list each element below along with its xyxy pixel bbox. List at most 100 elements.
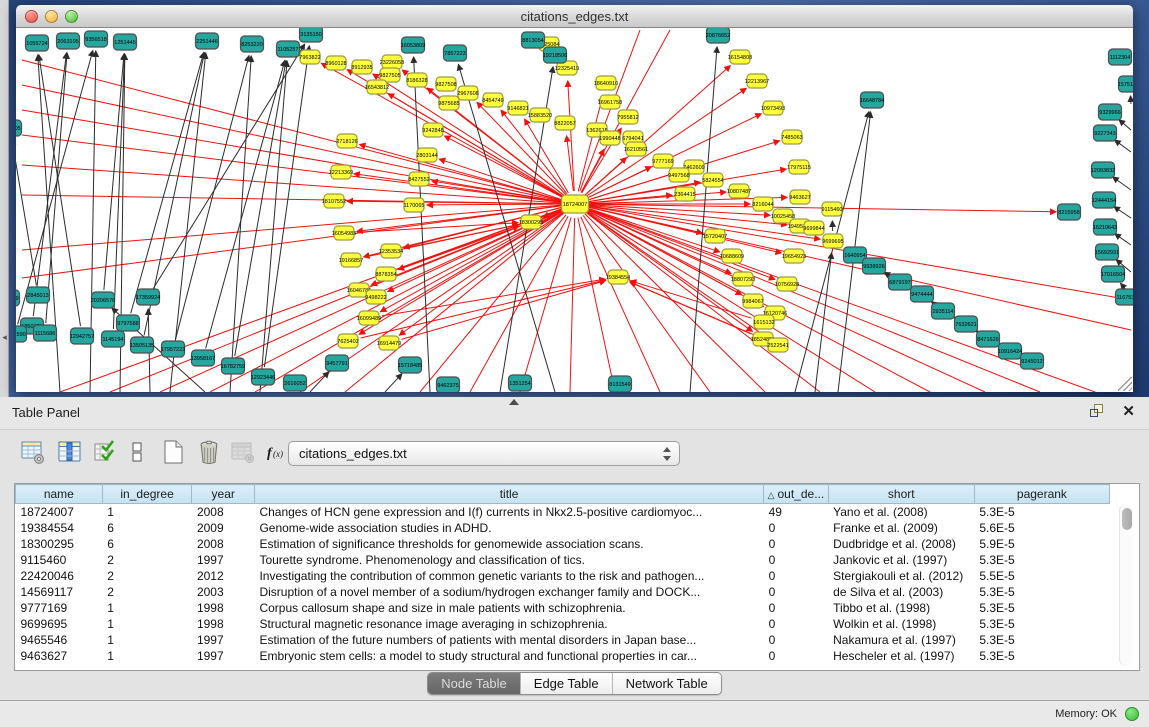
- table-cell[interactable]: 5.6E-5: [974, 520, 1109, 536]
- table-cell[interactable]: Changes of HCN gene expression and I(f) …: [254, 504, 763, 520]
- table-cell[interactable]: 1997: [192, 552, 255, 568]
- table-cell[interactable]: 1997: [192, 632, 255, 648]
- table-cell[interactable]: 5.3E-5: [974, 648, 1109, 664]
- table-cell[interactable]: Nakamura et al. (1997): [828, 632, 974, 648]
- table-cell[interactable]: 0: [764, 536, 829, 552]
- table-cell[interactable]: 22420046: [16, 568, 103, 584]
- network-edge[interactable]: [1115, 140, 1131, 152]
- network-edge[interactable]: [357, 223, 518, 232]
- table-cell[interactable]: 2008: [192, 536, 255, 552]
- network-edge[interactable]: [230, 56, 251, 392]
- table-cell[interactable]: 2003: [192, 584, 255, 600]
- network-edge[interactable]: [414, 57, 430, 392]
- network-edge[interactable]: [630, 281, 751, 318]
- table-cell[interactable]: 1998: [192, 616, 255, 632]
- network-edge[interactable]: [16, 140, 36, 285]
- network-edge[interactable]: [18, 51, 93, 325]
- table-cell[interactable]: 0: [764, 616, 829, 632]
- network-edge[interactable]: [1115, 234, 1131, 245]
- network-edge[interactable]: [22, 110, 561, 202]
- table-cell[interactable]: 5.9E-5: [974, 536, 1109, 552]
- table-cell[interactable]: Franke et al. (2009): [828, 520, 974, 536]
- network-edge[interactable]: [1114, 207, 1131, 218]
- tab-edge-table[interactable]: Edge Table: [520, 673, 612, 694]
- table-cell[interactable]: 18300295: [16, 536, 103, 552]
- network-edge[interactable]: [264, 46, 309, 367]
- network-edge[interactable]: [310, 372, 329, 392]
- table-row[interactable]: 911546021997Tourette syndrome. Phenomeno…: [16, 552, 1110, 568]
- table-cell[interactable]: Corpus callosum shape and size in male p…: [254, 600, 763, 616]
- table-cell[interactable]: 5.3E-5: [974, 632, 1109, 648]
- table-row[interactable]: 969969511998Structural magnetic resonanc…: [16, 616, 1110, 632]
- select-rows-icon[interactable]: [90, 438, 120, 468]
- new-file-icon[interactable]: [158, 438, 188, 468]
- network-edge[interactable]: [1113, 177, 1131, 190]
- table-cell[interactable]: 9115460: [16, 552, 103, 568]
- column-header-name[interactable]: name: [16, 485, 103, 504]
- window-resize-grip[interactable]: [1118, 377, 1132, 391]
- column-header-pagerank[interactable]: pagerank: [974, 485, 1109, 504]
- tab-network-table[interactable]: Network Table: [612, 673, 721, 694]
- table-cell[interactable]: 1: [102, 600, 192, 616]
- table-cell[interactable]: 18724007: [16, 504, 103, 520]
- table-cell[interactable]: 5.3E-5: [974, 552, 1109, 568]
- column-header-title[interactable]: title: [254, 485, 763, 504]
- table-cell[interactable]: 0: [764, 584, 829, 600]
- table-cell[interactable]: 0: [764, 552, 829, 568]
- table-cell[interactable]: 5.3E-5: [974, 600, 1109, 616]
- delete-icon[interactable]: [194, 438, 224, 468]
- table-settings-icon[interactable]: [18, 438, 48, 468]
- network-edge[interactable]: [401, 281, 605, 340]
- table-scrollbar-thumb[interactable]: [1122, 508, 1132, 530]
- network-canvas[interactable]: 1872400779638228960128891293523226058982…: [16, 28, 1133, 392]
- table-cell[interactable]: Tibbo et al. (1998): [828, 600, 974, 616]
- table-row[interactable]: 946362711997Embryonic stem cells: a mode…: [16, 648, 1110, 664]
- table-cell[interactable]: 2: [102, 552, 192, 568]
- network-edge[interactable]: [427, 204, 562, 205]
- table-cell[interactable]: Estimation of significance thresholds fo…: [254, 536, 763, 552]
- close-panel-icon[interactable]: ✕: [1122, 404, 1135, 419]
- column-header-year[interactable]: year: [192, 485, 255, 504]
- table-cell[interactable]: 1: [102, 504, 192, 520]
- table-row[interactable]: 1872400712008Changes of HCN gene express…: [16, 504, 1110, 520]
- splitter-collapse-arrow[interactable]: [509, 399, 519, 405]
- table-cell[interactable]: 5.3E-5: [974, 584, 1109, 600]
- table-cell[interactable]: Disruption of a novel member of a sodium…: [254, 584, 763, 600]
- table-cell[interactable]: Jankovic et al. (1997): [828, 552, 974, 568]
- table-cell[interactable]: 9699695: [16, 616, 103, 632]
- network-edge[interactable]: [520, 217, 571, 392]
- network-edge[interactable]: [361, 280, 606, 338]
- table-cell[interactable]: 0: [764, 600, 829, 616]
- column-header-out_degree[interactable]: △out_de...: [764, 485, 829, 504]
- table-row[interactable]: 1830029562008Estimation of significance …: [16, 536, 1110, 552]
- table-scrollbar[interactable]: [1119, 504, 1133, 666]
- table-cell[interactable]: 1: [102, 632, 192, 648]
- table-cell[interactable]: 6: [102, 536, 192, 552]
- table-cell[interactable]: Estimation of the future numbers of pati…: [254, 632, 763, 648]
- column-header-short[interactable]: short: [828, 485, 974, 504]
- table-row[interactable]: 2242004622012Investigating the contribut…: [16, 568, 1110, 584]
- clear-row-selection-icon[interactable]: [122, 438, 152, 468]
- table-cell[interactable]: 1998: [192, 600, 255, 616]
- table-cell[interactable]: 14569117: [16, 584, 103, 600]
- table-cell[interactable]: 5.3E-5: [974, 616, 1109, 632]
- network-edge[interactable]: [39, 55, 81, 326]
- table-cell[interactable]: 9465546: [16, 632, 103, 648]
- table-cell[interactable]: Investigating the contribution of common…: [254, 568, 763, 584]
- table-cell[interactable]: Structural magnetic resonance image aver…: [254, 616, 763, 632]
- float-panel-icon[interactable]: [1090, 404, 1105, 419]
- table-row[interactable]: 1938455462009Genome-wide association stu…: [16, 520, 1110, 536]
- table-cell[interactable]: Wolkin et al. (1998): [828, 616, 974, 632]
- table-cell[interactable]: 2: [102, 584, 192, 600]
- table-cell[interactable]: 2008: [192, 504, 255, 520]
- table-cell[interactable]: Embryonic stem cells: a model to study s…: [254, 648, 763, 664]
- network-edge[interactable]: [815, 253, 832, 392]
- table-cell[interactable]: 0: [764, 568, 829, 584]
- table-cell[interactable]: 2009: [192, 520, 255, 536]
- table-cell[interactable]: Genome-wide association studies in ADHD.: [254, 520, 763, 536]
- table-selector-dropdown[interactable]: citations_edges.txt: [288, 441, 680, 466]
- column-header-in_degree[interactable]: in_degree: [102, 485, 192, 504]
- network-edge[interactable]: [570, 218, 575, 392]
- table-cell[interactable]: 0: [764, 648, 829, 664]
- table-cell[interactable]: 0: [764, 632, 829, 648]
